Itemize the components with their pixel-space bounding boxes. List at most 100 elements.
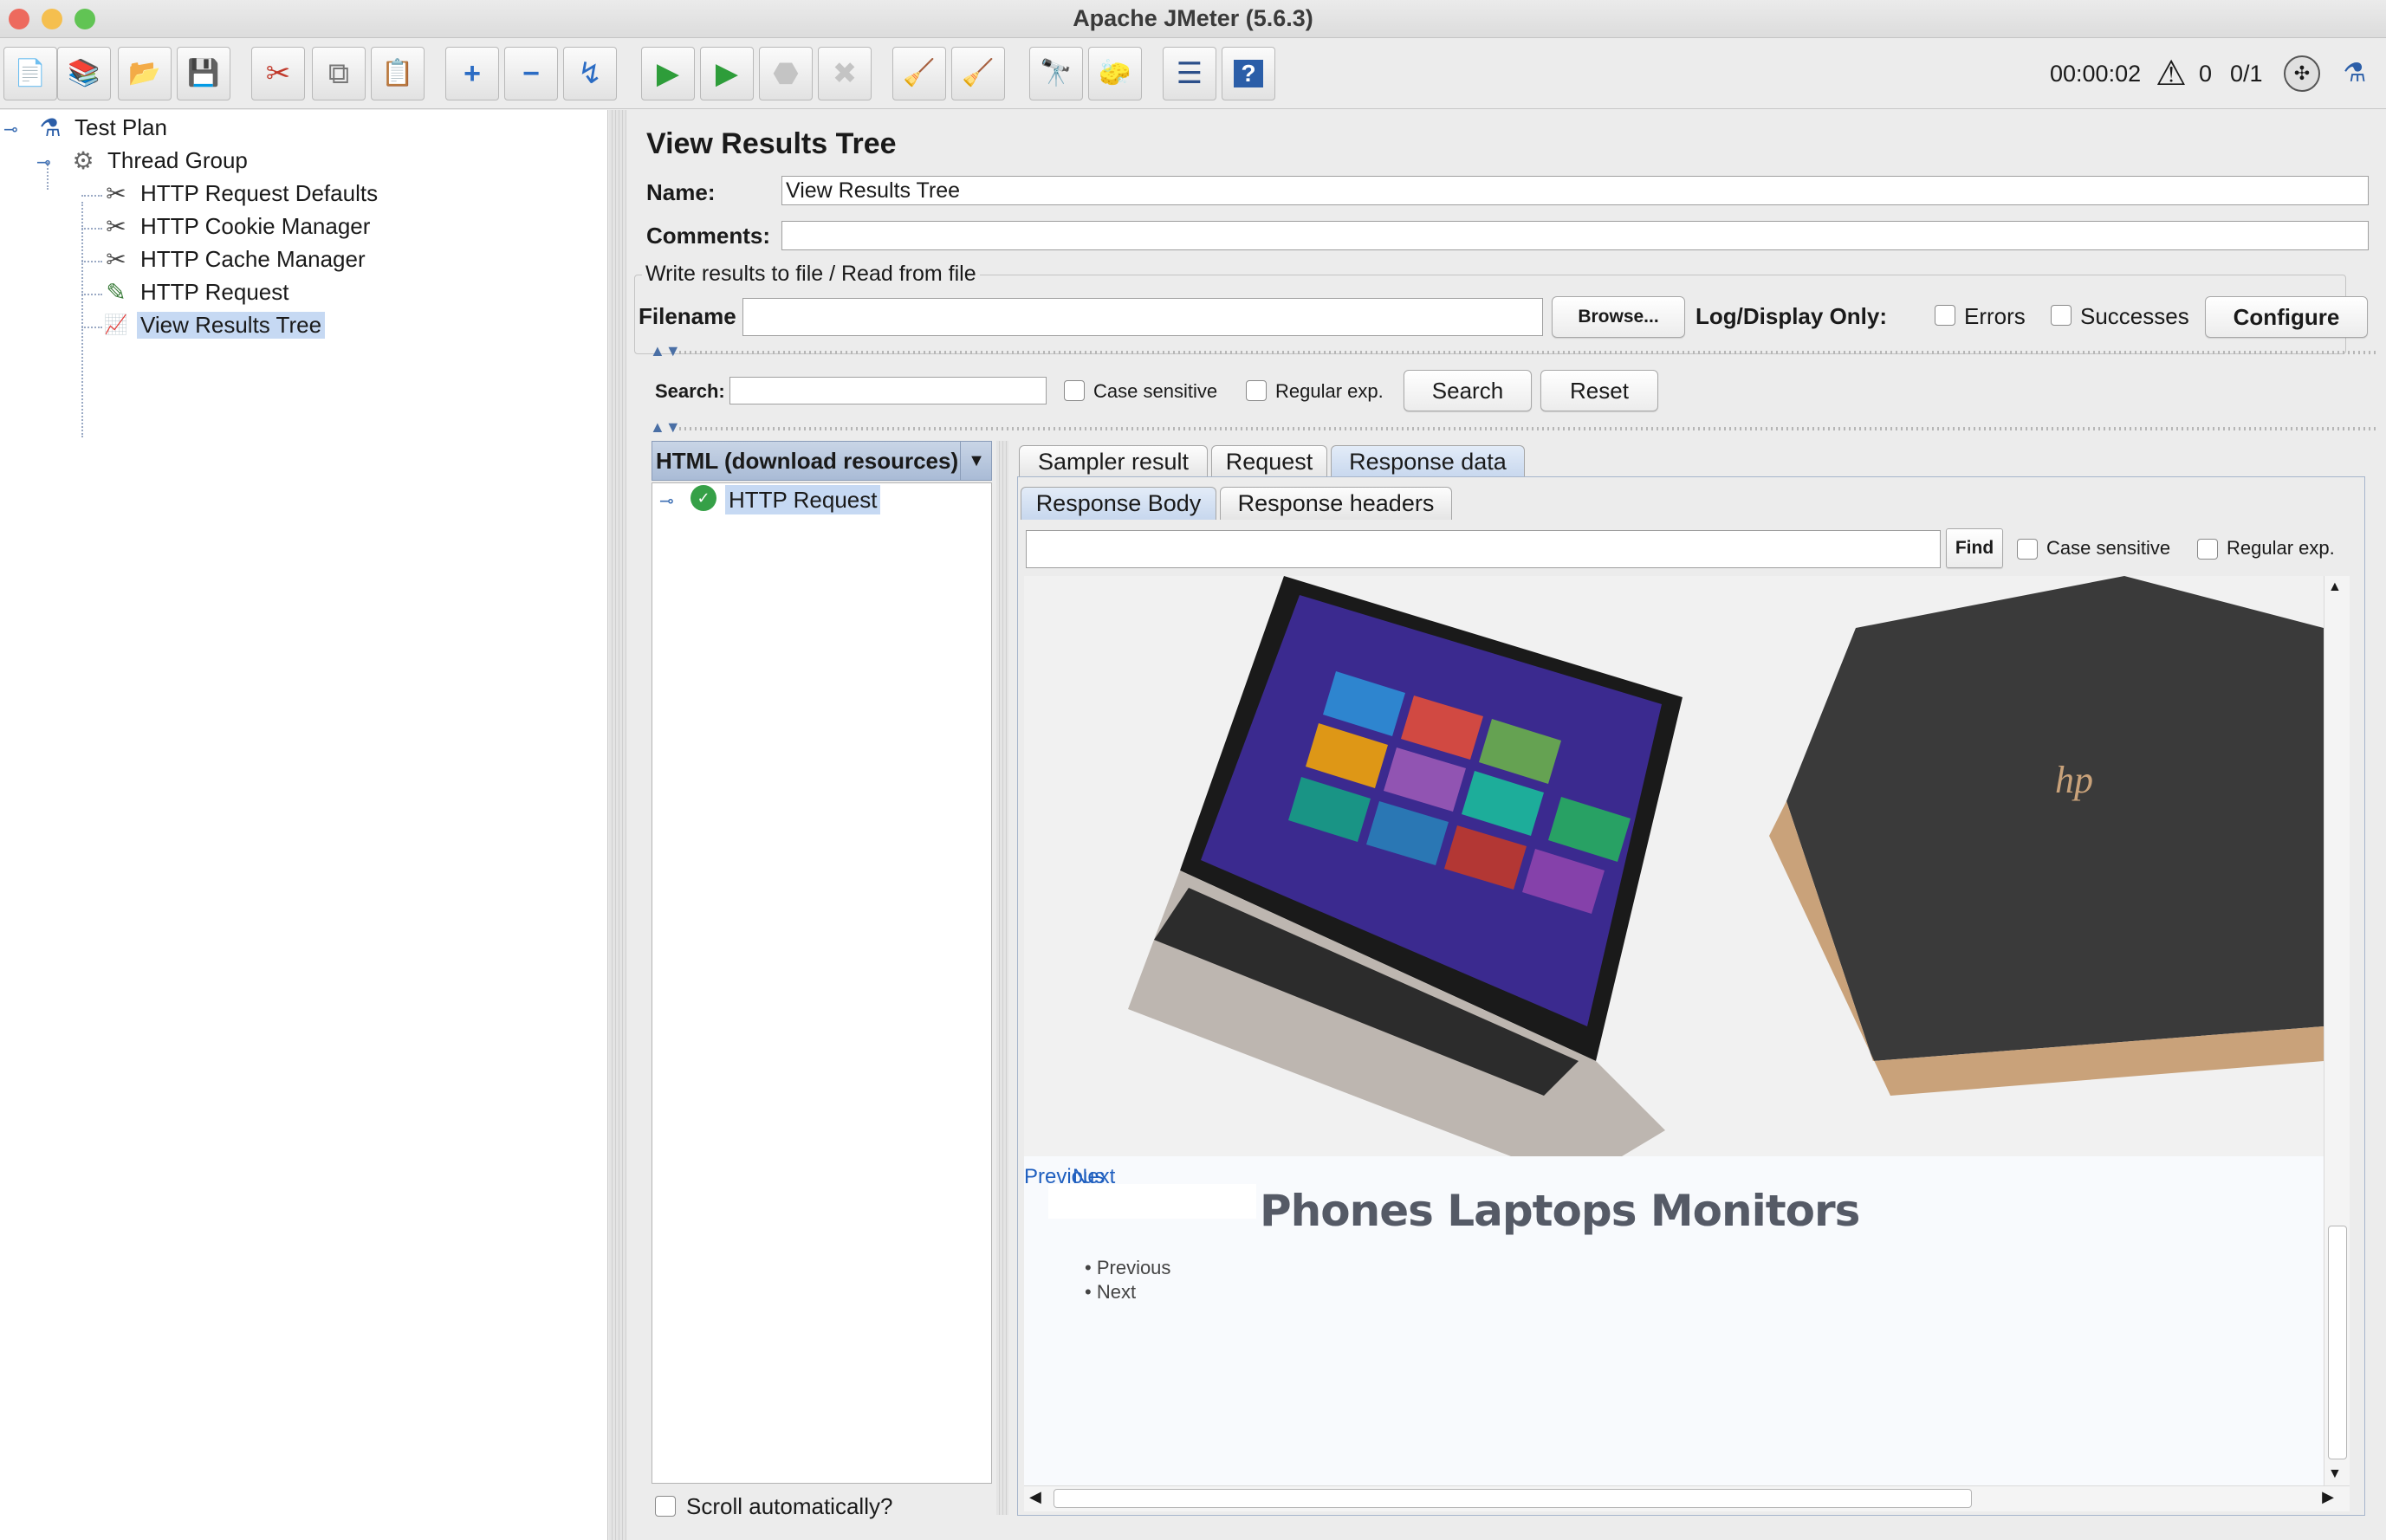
templates-icon: 📚: [68, 59, 100, 87]
vertical-scroll-thumb[interactable]: [2328, 1226, 2347, 1459]
split-arrows-icon[interactable]: ▲▼: [650, 342, 681, 360]
cut-button[interactable]: ✂: [251, 47, 305, 100]
tree-item-label: View Results Tree: [137, 311, 326, 339]
tree-connector: [81, 294, 102, 295]
find-regex-checkbox[interactable]: [2197, 539, 2218, 560]
tree-item-label: HTTP Request: [140, 278, 289, 305]
toggle-icon: ↯: [577, 57, 603, 90]
new-button[interactable]: 📄: [3, 47, 57, 100]
start-button[interactable]: ▶: [641, 47, 695, 100]
test-plan-icon: ⚗: [39, 113, 62, 141]
help-button[interactable]: ?: [1222, 47, 1275, 100]
scroll-automatically-checkbox[interactable]: [655, 1496, 676, 1517]
find-input[interactable]: [1026, 530, 1941, 568]
tree-item-http-cookie-manager[interactable]: ✂ HTTP Cookie Manager: [100, 210, 373, 242]
result-item-http-request[interactable]: HTTP Request: [725, 485, 881, 514]
tree-connector: [81, 228, 102, 230]
cut-icon: ✂: [265, 57, 291, 90]
search-input[interactable]: [729, 377, 1047, 404]
tree-item-http-cache-manager[interactable]: ✂ HTTP Cache Manager: [100, 243, 369, 275]
split-arrows-icon[interactable]: ▲▼: [650, 418, 681, 437]
tree-item-test-plan[interactable]: ⚗ Test Plan: [35, 112, 171, 143]
chevron-down-icon[interactable]: ▼: [960, 441, 992, 481]
logo-placeholder: [1048, 1184, 1256, 1219]
tree-splitter[interactable]: [609, 110, 626, 1540]
log-viewer-icon[interactable]: ⚗: [2336, 54, 2374, 92]
search-tree-button[interactable]: 🔭: [1029, 47, 1083, 100]
vertical-scrollbar[interactable]: ▲ ▼: [2324, 576, 2350, 1485]
tab-response-body[interactable]: Response Body: [1021, 487, 1216, 520]
clear-button[interactable]: 🧹: [892, 47, 946, 100]
toggle-button[interactable]: ↯: [563, 47, 617, 100]
tree-connector: [81, 261, 102, 262]
open-button[interactable]: 📂: [118, 47, 172, 100]
expand-toggle-icon[interactable]: ⊸: [3, 119, 18, 140]
name-field[interactable]: View Results Tree: [781, 176, 2369, 205]
case-sensitive-checkbox[interactable]: [1064, 380, 1085, 401]
config-element-icon: ✂: [106, 179, 126, 207]
collapse-all-button[interactable]: −: [504, 47, 558, 100]
function-helper-button[interactable]: ☰: [1163, 47, 1216, 100]
successes-checkbox[interactable]: [2051, 305, 2072, 326]
comments-field[interactable]: [781, 221, 2369, 250]
search-button[interactable]: Search: [1404, 370, 1532, 411]
tree-connector: [81, 195, 102, 197]
tab-request[interactable]: Request: [1211, 445, 1327, 478]
elapsed-timer: 00:00:02: [2050, 61, 2142, 87]
clear-icon: 🧹: [903, 59, 936, 87]
divider: [679, 351, 2377, 354]
scroll-up-icon[interactable]: ▲: [2328, 579, 2342, 595]
copy-button[interactable]: ⧉: [312, 47, 366, 100]
renderer-select[interactable]: HTML (download resources): [652, 441, 992, 481]
list-item[interactable]: • Previous: [1085, 1257, 1170, 1279]
templates-button[interactable]: 📚: [57, 47, 111, 100]
filename-label: Filename: [639, 303, 736, 329]
expand-toggle-icon[interactable]: ⊸: [36, 152, 51, 173]
tree-item-thread-group[interactable]: ⚙ Thread Group: [68, 145, 251, 176]
warning-icon[interactable]: ⚠: [2156, 54, 2187, 94]
remote-status-icon[interactable]: ✣: [2284, 55, 2320, 92]
find-button[interactable]: Find: [1946, 528, 2003, 568]
clear-all-button[interactable]: 🧹: [951, 47, 1005, 100]
start-no-pauses-button[interactable]: ▶: [700, 47, 754, 100]
scroll-down-icon[interactable]: ▼: [2328, 1466, 2342, 1482]
find-case-sensitive-checkbox[interactable]: [2017, 539, 2038, 560]
clear-all-icon: 🧹: [962, 59, 995, 87]
regex-checkbox[interactable]: [1246, 380, 1267, 401]
save-button[interactable]: 💾: [177, 47, 230, 100]
reset-search-button[interactable]: 🧽: [1088, 47, 1142, 100]
browse-button[interactable]: Browse...: [1552, 296, 1685, 338]
horizontal-scroll-thumb[interactable]: [1054, 1489, 1972, 1508]
list-item[interactable]: • Next: [1085, 1281, 1136, 1304]
stop-button[interactable]: ⬣: [759, 47, 813, 100]
categories-heading: Phones Laptops Monitors: [1260, 1186, 1860, 1236]
tree-item-label: Test Plan: [75, 113, 167, 140]
tree-item-http-request-defaults[interactable]: ✂ HTTP Request Defaults: [100, 178, 381, 209]
tab-response-headers[interactable]: Response headers: [1220, 487, 1452, 520]
filename-field[interactable]: [742, 298, 1543, 336]
results-splitter[interactable]: [996, 441, 1008, 1515]
tab-response-data[interactable]: Response data: [1331, 445, 1525, 478]
paste-button[interactable]: 📋: [371, 47, 425, 100]
panel-title: View Results Tree: [646, 127, 897, 160]
find-case-sensitive-label: Case sensitive: [2046, 537, 2171, 559]
tree-connector: [81, 327, 102, 328]
tab-label: Sampler result: [1037, 449, 1190, 475]
sampler-icon: ✎: [106, 278, 126, 306]
tab-sampler-result[interactable]: Sampler result: [1019, 445, 1208, 478]
errors-checkbox[interactable]: [1935, 305, 1955, 326]
search-label: Search:: [655, 380, 725, 402]
shutdown-button[interactable]: ✖: [818, 47, 872, 100]
expand-all-button[interactable]: +: [445, 47, 499, 100]
tree-item-view-results-tree[interactable]: 📈 View Results Tree: [100, 309, 326, 340]
log-display-only-label: Log/Display Only:: [1695, 303, 1888, 329]
horizontal-scrollbar[interactable]: ◀ ▶: [1024, 1485, 2350, 1511]
scroll-right-icon[interactable]: ▶: [2322, 1488, 2334, 1506]
sample-results-list: ⊸ ✓ HTTP Request: [652, 482, 992, 1484]
comments-label: Comments:: [646, 223, 771, 249]
scroll-left-icon[interactable]: ◀: [1029, 1488, 1041, 1506]
configure-button[interactable]: Configure: [2205, 296, 2368, 338]
reset-button[interactable]: Reset: [1540, 370, 1658, 411]
tree-item-http-request[interactable]: ✎ HTTP Request: [100, 276, 292, 307]
expand-toggle-icon[interactable]: ⊸: [659, 490, 674, 512]
